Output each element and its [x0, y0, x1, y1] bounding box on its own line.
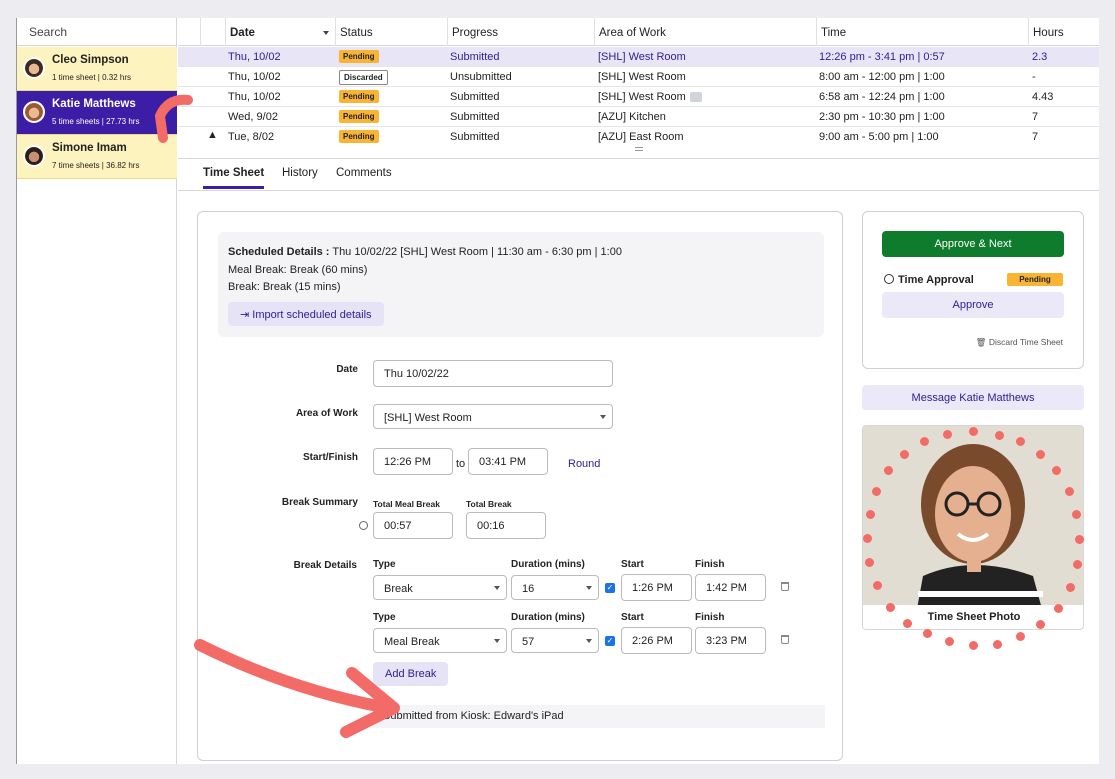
highlight-dot — [872, 487, 881, 496]
highlight-dot — [1072, 510, 1081, 519]
highlight-dot — [1052, 466, 1061, 475]
highlight-dot — [900, 450, 909, 459]
highlight-dot — [1036, 450, 1045, 459]
highlight-dot — [969, 641, 978, 650]
highlight-dot — [1075, 535, 1084, 544]
highlight-dot — [1036, 620, 1045, 629]
highlight-dot — [1066, 583, 1075, 592]
highlight-dot — [1016, 437, 1025, 446]
highlight-dot — [1073, 560, 1082, 569]
highlight-dot — [886, 603, 895, 612]
highlight-dot — [863, 534, 872, 543]
highlight-dot — [923, 629, 932, 638]
highlight-dot — [943, 430, 952, 439]
highlight-dot — [1016, 632, 1025, 641]
highlight-dot — [866, 510, 875, 519]
annotation-overlay — [154, 94, 400, 738]
highlight-dot — [865, 558, 874, 567]
highlight-dot — [995, 431, 1004, 440]
highlight-dot — [969, 427, 978, 436]
highlight-dot — [873, 581, 882, 590]
highlight-dot — [1065, 487, 1074, 496]
highlight-dot — [945, 637, 954, 646]
highlight-dot — [903, 619, 912, 628]
highlight-dot — [920, 437, 929, 446]
highlight-dot — [1054, 604, 1063, 613]
highlight-dot — [884, 466, 893, 475]
highlight-dot — [993, 640, 1002, 649]
